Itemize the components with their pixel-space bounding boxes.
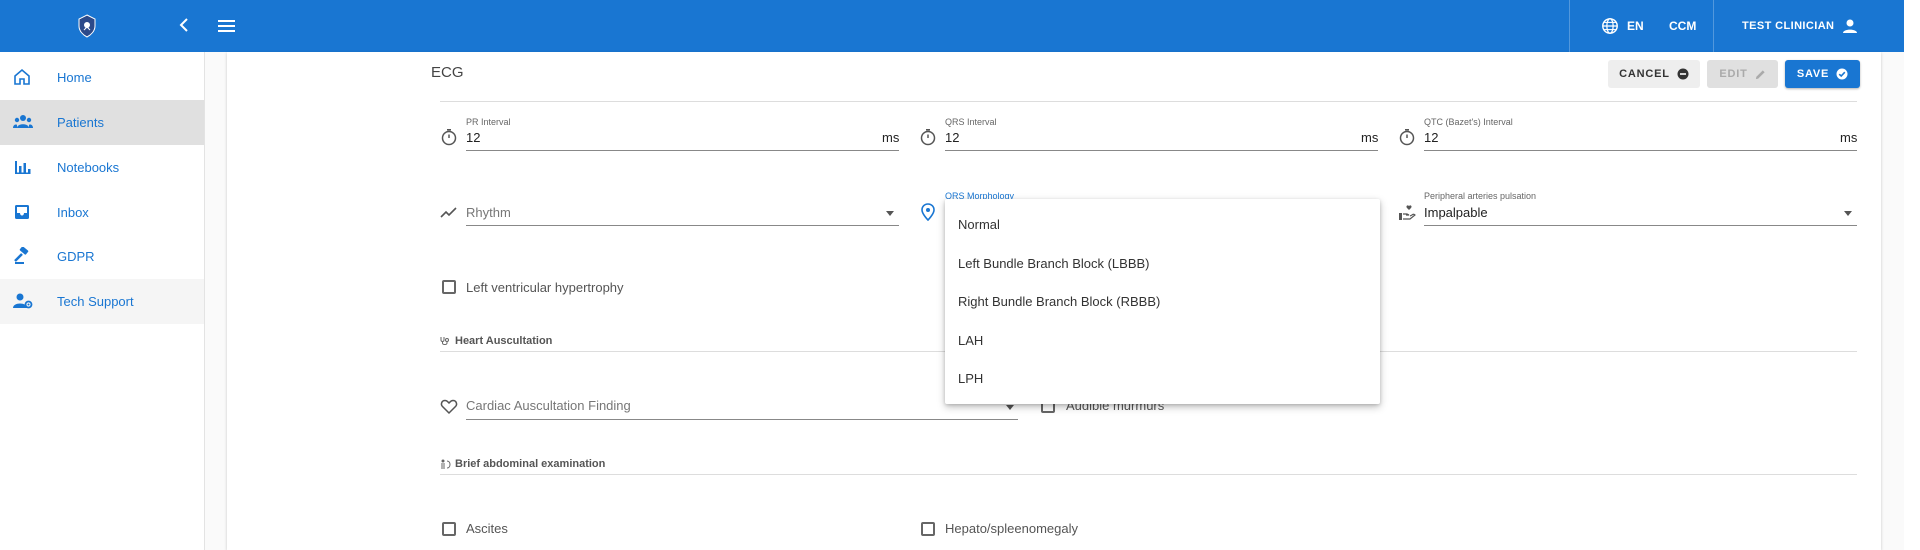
home-icon bbox=[13, 68, 33, 88]
qtc-interval-underline bbox=[1424, 150, 1857, 151]
top-app-bar: EN CCM TEST CLINICIAN bbox=[0, 0, 1904, 52]
cardiac-finding-underline bbox=[466, 419, 1018, 420]
topbar-divider bbox=[1713, 0, 1714, 52]
module-switcher[interactable]: CCM bbox=[1669, 19, 1696, 33]
hand-heart-icon bbox=[1398, 204, 1416, 222]
dropdown-option-normal[interactable]: Normal bbox=[958, 217, 1000, 232]
lvh-label: Left ventricular hypertrophy bbox=[466, 280, 624, 295]
person-icon bbox=[1843, 19, 1858, 33]
qtc-interval-label: QTC (Bazet's) Interval bbox=[1424, 117, 1513, 127]
language-label: EN bbox=[1627, 19, 1644, 33]
edit-button-label: EDIT bbox=[1719, 68, 1748, 80]
user-name: TEST CLINICIAN bbox=[1742, 20, 1835, 32]
qtc-interval-unit: ms bbox=[1840, 130, 1858, 145]
pr-interval-underline bbox=[466, 150, 899, 151]
peripheral-underline bbox=[1424, 225, 1857, 226]
edit-button[interactable]: EDIT bbox=[1707, 60, 1778, 88]
hepato-label: Hepato/spleenomegaly bbox=[945, 521, 1078, 536]
dropdown-option-lbbb[interactable]: Left Bundle Branch Block (LBBB) bbox=[958, 256, 1150, 271]
sidebar: Home Patients Notebooks Inbox GDPR Tech … bbox=[0, 52, 205, 550]
qrs-interval-unit: ms bbox=[1361, 130, 1379, 145]
sidebar-item-inbox[interactable]: Inbox bbox=[0, 190, 204, 235]
cardiac-finding-select[interactable]: Cardiac Auscultation Finding bbox=[466, 398, 631, 413]
heart-auscultation-heading: Heart Auscultation bbox=[440, 335, 552, 347]
section-title-ecg: ECG bbox=[431, 64, 464, 81]
location-pin-icon bbox=[919, 203, 937, 222]
qrs-interval-input[interactable]: 12 bbox=[945, 130, 959, 145]
ascites-label: Ascites bbox=[466, 521, 508, 536]
hepato-checkbox[interactable] bbox=[921, 522, 935, 536]
rhythm-underline bbox=[466, 225, 899, 226]
sidebar-item-label: Tech Support bbox=[57, 294, 134, 309]
peripheral-dropdown-caret-icon[interactable] bbox=[1844, 211, 1852, 216]
user-menu[interactable]: TEST CLINICIAN bbox=[1742, 15, 1858, 37]
peripheral-pulsation-label: Peripheral arteries pulsation bbox=[1424, 191, 1537, 201]
dropdown-option-rbbb[interactable]: Right Bundle Branch Block (RBBB) bbox=[958, 294, 1160, 309]
timer-icon bbox=[1398, 128, 1416, 146]
remove-circle-icon bbox=[1677, 68, 1689, 80]
collapse-sidebar-chevron-icon[interactable] bbox=[173, 14, 195, 38]
sidebar-item-notebooks[interactable]: Notebooks bbox=[0, 145, 204, 190]
heart-icon bbox=[440, 398, 458, 416]
page-scrollbar[interactable] bbox=[1904, 0, 1920, 550]
abdominal-title: Brief abdominal examination bbox=[455, 458, 606, 470]
pr-interval-input[interactable]: 12 bbox=[466, 130, 480, 145]
sidebar-item-tech-support[interactable]: Tech Support bbox=[0, 279, 204, 324]
cardiac-finding-caret-icon[interactable] bbox=[1006, 405, 1014, 410]
peripheral-pulsation-select[interactable]: Impalpable bbox=[1424, 205, 1488, 220]
pr-interval-label: PR Interval bbox=[466, 117, 511, 127]
qrs-interval-label: QRS Interval bbox=[945, 117, 997, 127]
pencil-icon bbox=[1755, 69, 1765, 79]
language-selector[interactable]: EN bbox=[1601, 15, 1644, 37]
ascites-checkbox[interactable] bbox=[442, 522, 456, 536]
gavel-icon bbox=[13, 246, 33, 267]
sidebar-item-label: Notebooks bbox=[57, 160, 120, 175]
timer-icon bbox=[440, 128, 458, 146]
section-divider bbox=[440, 474, 1857, 475]
qrs-interval-underline bbox=[945, 150, 1378, 151]
pr-interval-unit: ms bbox=[882, 130, 900, 145]
app-logo-icon bbox=[77, 14, 97, 38]
qtc-interval-input[interactable]: 12 bbox=[1424, 130, 1438, 145]
sidebar-item-label: GDPR bbox=[57, 249, 95, 264]
inbox-icon bbox=[13, 203, 33, 223]
save-button[interactable]: SAVE bbox=[1785, 60, 1860, 88]
sidebar-item-gdpr[interactable]: GDPR bbox=[0, 234, 204, 279]
cancel-button-label: CANCEL bbox=[1619, 68, 1670, 80]
rhythm-dropdown-caret-icon[interactable] bbox=[886, 211, 894, 216]
abdomen-icon bbox=[441, 459, 451, 469]
qrs-morphology-dropdown-menu: Normal Left Bundle Branch Block (LBBB) R… bbox=[945, 199, 1380, 404]
menu-icon[interactable] bbox=[215, 14, 239, 38]
dropdown-option-lah[interactable]: LAH bbox=[958, 333, 983, 348]
trending-up-icon bbox=[440, 204, 458, 222]
stethoscope-icon bbox=[440, 337, 449, 345]
people-icon bbox=[13, 113, 33, 133]
sidebar-item-patients[interactable]: Patients bbox=[0, 100, 204, 145]
sidebar-item-home[interactable]: Home bbox=[0, 55, 204, 100]
rhythm-select[interactable]: Rhythm bbox=[466, 205, 511, 220]
section-divider bbox=[440, 101, 1857, 102]
topbar-divider bbox=[1569, 0, 1570, 52]
lvh-checkbox[interactable] bbox=[442, 280, 456, 294]
sidebar-item-label: Home bbox=[57, 70, 92, 85]
sidebar-item-label: Patients bbox=[57, 115, 104, 130]
sidebar-item-label: Inbox bbox=[57, 205, 89, 220]
bar-chart-icon bbox=[13, 158, 33, 178]
timer-icon bbox=[919, 128, 937, 146]
support-agent-icon bbox=[13, 292, 33, 312]
cancel-button[interactable]: CANCEL bbox=[1608, 60, 1700, 88]
globe-icon bbox=[1602, 18, 1618, 34]
dropdown-option-lph[interactable]: LPH bbox=[958, 371, 983, 386]
abdominal-heading: Brief abdominal examination bbox=[440, 458, 605, 470]
save-button-label: SAVE bbox=[1796, 68, 1830, 80]
check-circle-icon bbox=[1836, 68, 1848, 80]
heart-auscultation-title: Heart Auscultation bbox=[455, 335, 553, 347]
